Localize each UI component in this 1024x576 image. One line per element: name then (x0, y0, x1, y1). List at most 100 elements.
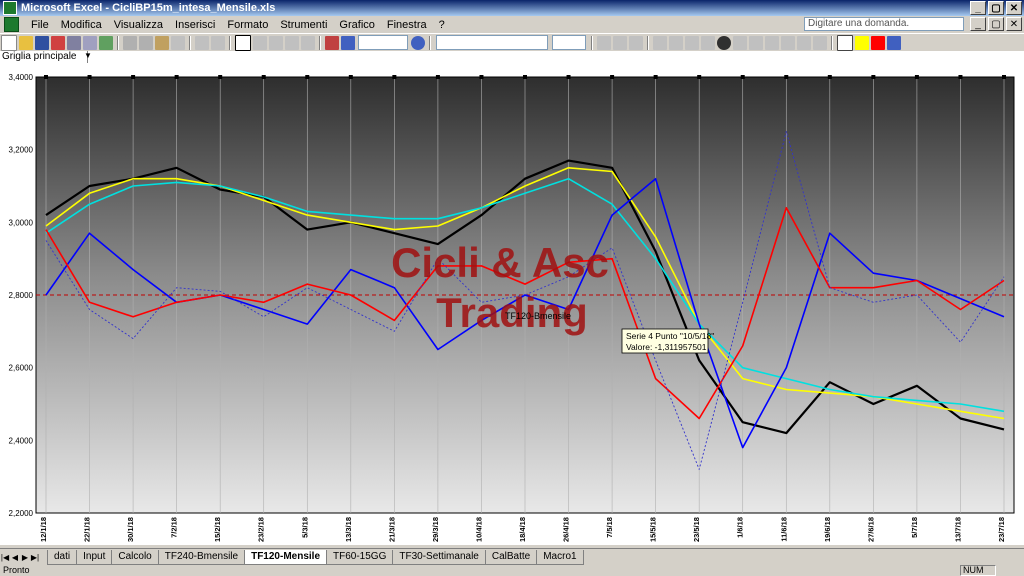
next-sheet-icon[interactable]: ▶ (20, 553, 30, 562)
percent-icon[interactable] (733, 35, 747, 50)
merge-center-icon[interactable] (701, 35, 715, 50)
window-title: Microsoft Excel - CicliBP15m_intesa_Mens… (21, 2, 276, 14)
chart-wizard-icon[interactable] (325, 35, 339, 50)
menu-file[interactable]: File (25, 19, 55, 31)
toolbar-separator (429, 35, 431, 50)
x-tick-marker (305, 75, 310, 79)
tab-macro1[interactable]: Macro1 (536, 549, 584, 565)
redo-icon[interactable] (211, 35, 225, 50)
x-tick-marker (610, 75, 615, 79)
x-tick-label: 5/7/18 (910, 517, 919, 538)
menu-inserisci[interactable]: Inserisci (169, 19, 221, 31)
workbook-icon[interactable] (4, 17, 19, 32)
minimize-button[interactable]: _ (970, 1, 986, 15)
currency-icon[interactable] (717, 35, 731, 50)
chart-area[interactable]: 3,4000 3,2000 3,0000 2,8000 2,6000 2,4000 2,20… (0, 63, 1024, 545)
sort-desc-icon[interactable] (301, 35, 315, 50)
x-tick-marker (697, 75, 702, 79)
doc-restore-button[interactable]: ▢ (988, 17, 1004, 31)
menu-grafico[interactable]: Grafico (333, 19, 380, 31)
new-icon[interactable] (1, 34, 17, 51)
x-tick-marker (914, 75, 919, 79)
tab-tf240-bmensile[interactable]: TF240-Bmensile (157, 549, 246, 565)
y-tick-label: 2,4000 (9, 436, 34, 445)
tab-calbatte[interactable]: CalBatte (484, 549, 538, 565)
increase-decimal-icon[interactable] (765, 35, 779, 50)
toolbar (0, 33, 1024, 52)
menu-visualizza[interactable]: Visualizza (108, 19, 169, 31)
italic-icon[interactable] (613, 35, 627, 50)
align-center-icon[interactable] (669, 35, 683, 50)
x-tick-label: 22/1/18 (83, 517, 92, 542)
align-right-icon[interactable] (685, 35, 699, 50)
autosum-icon[interactable] (269, 35, 283, 50)
borders-icon[interactable] (837, 34, 853, 51)
x-tick-label: 12/1/18 (39, 517, 48, 542)
decrease-decimal-icon[interactable] (781, 35, 795, 50)
font-name-combo[interactable] (436, 35, 548, 50)
x-tick-marker (653, 75, 658, 79)
menu-modifica[interactable]: Modifica (55, 19, 108, 31)
prev-sheet-icon[interactable]: ◀ (10, 553, 20, 562)
chart-svg[interactable]: 3,4000 3,2000 3,0000 2,8000 2,6000 2,4000 2,20… (0, 63, 1024, 545)
toolbar-options-icon[interactable] (887, 35, 901, 50)
copy-icon[interactable] (139, 35, 153, 50)
font-color-icon[interactable] (871, 35, 885, 50)
tab-input[interactable]: Input (76, 549, 113, 565)
paste-icon[interactable] (155, 35, 169, 50)
print-preview-icon[interactable] (83, 35, 97, 50)
link-icon[interactable] (253, 35, 267, 50)
tab-tf30-settimanale[interactable]: TF30-Settimanale (392, 549, 486, 565)
status-text: Pronto (3, 565, 30, 575)
open-icon[interactable] (19, 35, 33, 50)
tab-calcolo[interactable]: Calcolo (111, 549, 159, 565)
y-axis-labels: 3,4000 3,2000 3,0000 2,8000 2,6000 2,4000 2,20… (9, 73, 34, 518)
ask-question-input[interactable]: Digitare una domanda. (804, 17, 964, 31)
close-button[interactable]: ✕ (1006, 1, 1022, 15)
sort-asc-icon[interactable] (285, 35, 299, 50)
increase-indent-icon[interactable] (813, 35, 827, 50)
title-bar: Microsoft Excel - CicliBP15m_intesa_Mens… (0, 0, 1024, 16)
first-sheet-icon[interactable]: |◀ (0, 553, 10, 562)
fill-color-icon[interactable] (855, 35, 869, 50)
x-tick-marker (523, 75, 527, 79)
doc-close-button[interactable]: ✕ (1006, 17, 1022, 31)
font-size-combo[interactable] (552, 35, 586, 50)
tab-tf120-mensile[interactable]: TF120-Mensile (244, 549, 328, 565)
menu-formato[interactable]: Formato (221, 19, 274, 31)
toolbar-separator (189, 35, 191, 50)
x-tick-label: 1/6/18 (736, 517, 745, 538)
underline-icon[interactable] (629, 35, 643, 50)
zoom-combo[interactable] (358, 35, 408, 50)
drawing-icon[interactable] (341, 35, 355, 50)
x-tick-marker (740, 75, 745, 79)
permission-icon[interactable] (51, 35, 65, 50)
x-tick-label: 15/2/18 (213, 517, 222, 542)
x-tick-label: 7/2/18 (170, 517, 179, 538)
menu-finestra[interactable]: Finestra (381, 19, 433, 31)
x-tick-label: 21/3/18 (387, 517, 396, 542)
format-painter-icon[interactable] (171, 35, 185, 50)
spelling-icon[interactable] (99, 35, 113, 50)
cut-icon[interactable] (123, 35, 137, 50)
tab-tf60-15gg[interactable]: TF60-15GG (326, 549, 394, 565)
maximize-button[interactable]: ▢ (988, 1, 1004, 15)
thousands-icon[interactable] (749, 35, 763, 50)
menu-strumenti[interactable]: Strumenti (274, 19, 333, 31)
menu-help[interactable]: ? (433, 19, 451, 31)
name-box[interactable]: Griglia principale ... (0, 51, 88, 74)
undo-icon[interactable] (195, 35, 209, 50)
bold-icon[interactable] (597, 35, 611, 50)
save-icon[interactable] (35, 35, 49, 50)
print-icon[interactable] (67, 35, 81, 50)
x-tick-label: 27/6/18 (866, 517, 875, 542)
decrease-indent-icon[interactable] (797, 35, 811, 50)
name-box-dropdown-icon[interactable]: ▼ (84, 51, 92, 60)
x-tick-marker (44, 75, 48, 79)
last-sheet-icon[interactable]: ▶| (30, 553, 40, 562)
help-icon[interactable] (411, 35, 425, 50)
tab-dati[interactable]: dati (47, 549, 78, 565)
align-left-icon[interactable] (653, 35, 667, 50)
chart-object-icon[interactable] (235, 34, 251, 51)
doc-minimize-button[interactable]: _ (970, 17, 986, 31)
